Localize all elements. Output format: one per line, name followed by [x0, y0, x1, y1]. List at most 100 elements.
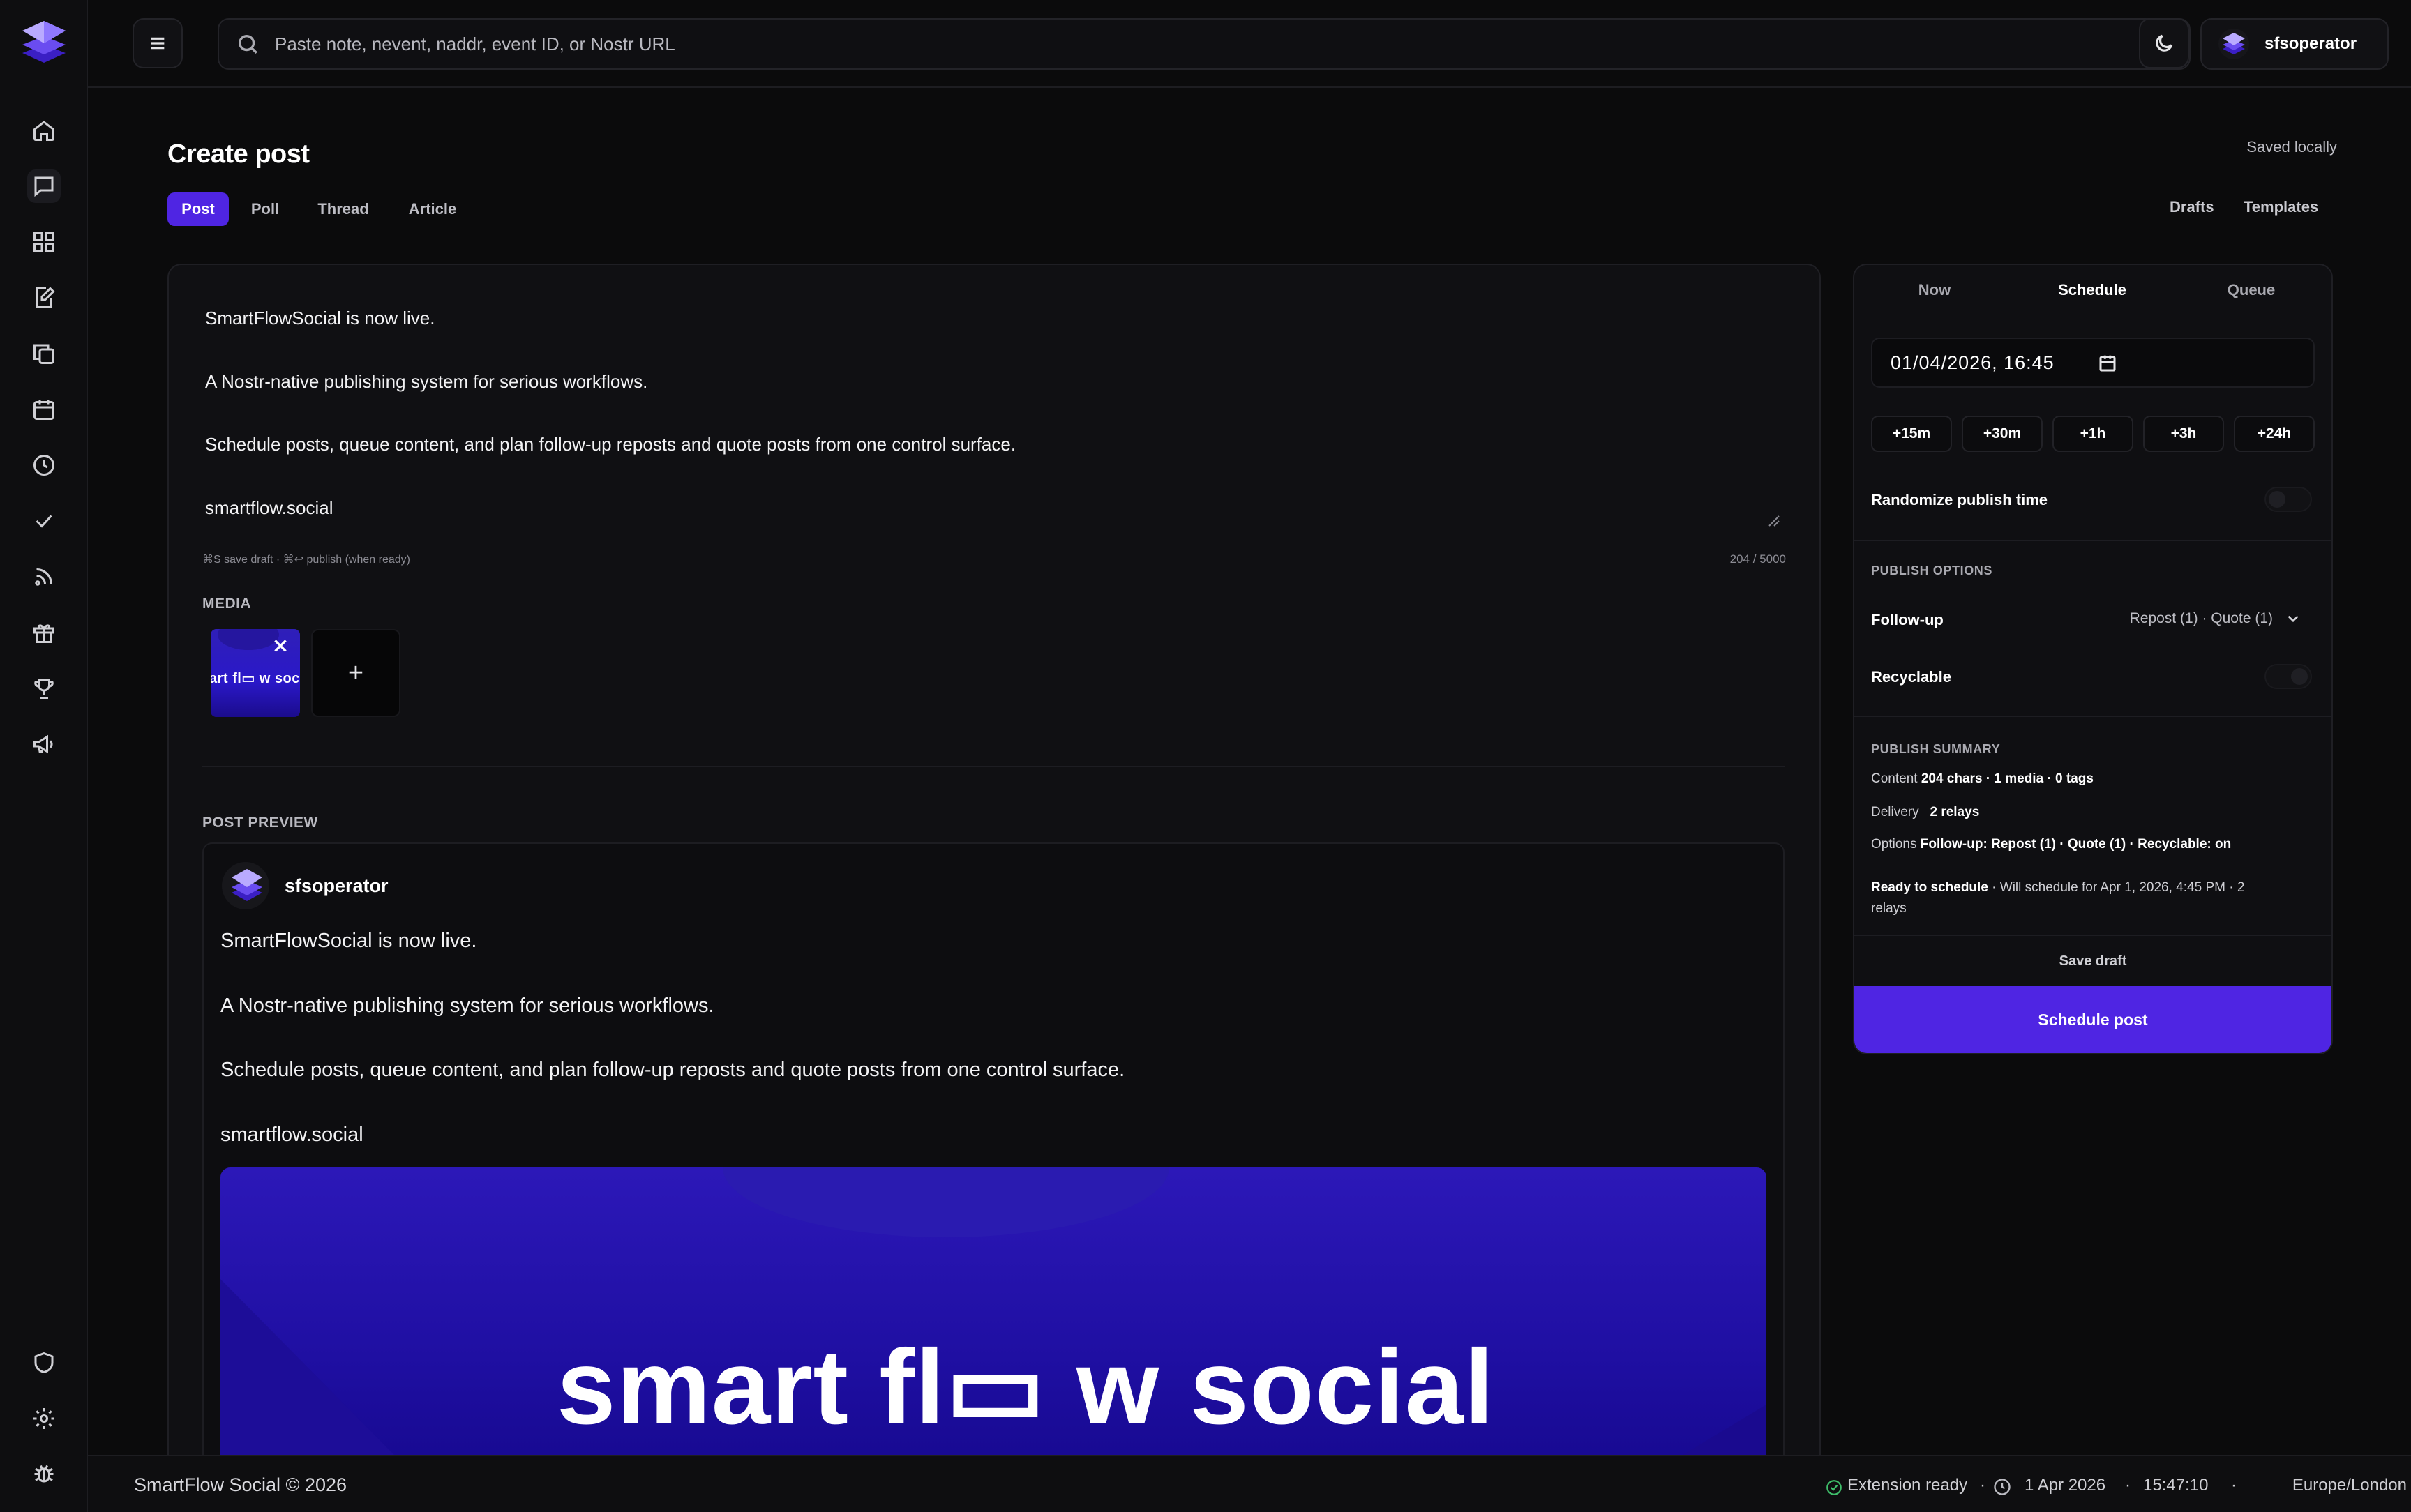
preview-line: Schedule posts, queue content, and plan …	[220, 1059, 1125, 1081]
gift-icon[interactable]	[27, 616, 61, 649]
quick-offset-button[interactable]: +24h	[2234, 416, 2315, 452]
datetime-value: 01/04/2026, 16:45	[1891, 351, 2055, 373]
mode-tab-queue[interactable]: Queue	[2175, 269, 2327, 311]
editor-line: SmartFlowSocial is now live.	[205, 308, 435, 328]
copy-icon[interactable]	[27, 337, 61, 370]
settings-gear-icon[interactable]	[27, 1402, 61, 1435]
editor-line: A Nostr-native publishing system for ser…	[205, 370, 648, 392]
avatar	[2218, 29, 2249, 59]
add-media-button[interactable]: +	[311, 629, 400, 717]
mode-tab-schedule[interactable]: Schedule	[2016, 269, 2168, 311]
summary-key: Content	[1871, 771, 1918, 786]
top-bar: sfsoperator	[88, 0, 2411, 88]
datetime-input[interactable]: 01/04/2026, 16:45	[1871, 338, 2315, 388]
separator: ·	[2125, 1476, 2131, 1495]
theme-toggle-moon-icon[interactable]	[2139, 18, 2189, 68]
preview-line: SmartFlowSocial is now live.	[220, 930, 477, 952]
tab-poll[interactable]: Poll	[239, 192, 292, 226]
remove-media-close-icon[interactable]	[269, 635, 292, 657]
schedule-post-button[interactable]: Schedule post	[1854, 986, 2331, 1053]
search-input[interactable]	[275, 33, 2089, 55]
calendar-icon[interactable]	[27, 393, 61, 426]
publish-summary-label: PUBLISH SUMMARY	[1871, 742, 2001, 756]
post-editor-textarea[interactable]: SmartFlowSocial is now live. A Nostr-nat…	[205, 303, 1782, 555]
calendar-picker-icon[interactable]	[2097, 353, 2118, 374]
editor-line: Schedule posts, queue content, and plan …	[205, 434, 1016, 455]
menu-icon[interactable]	[133, 18, 183, 68]
summary-ready: Ready to schedule · Will schedule for Ap…	[1871, 877, 2318, 919]
user-menu[interactable]: sfsoperator	[2200, 18, 2389, 70]
footer-time: 15:47:10	[2143, 1476, 2209, 1495]
preview-author-name: sfsoperator	[285, 875, 389, 896]
footer-date: 1 Apr 2026	[2025, 1476, 2106, 1495]
sidebar	[0, 0, 88, 1512]
summary-value: 204 chars · 1 media · 0 tags	[1921, 771, 2094, 786]
summary-key: Delivery	[1871, 805, 1919, 819]
banner-text: smart fl▭ w social	[557, 1328, 1495, 1446]
home-icon[interactable]	[27, 114, 61, 147]
divider	[1854, 540, 2331, 541]
templates-link[interactable]: Templates	[2244, 198, 2318, 216]
chevron-down-icon	[2288, 615, 2299, 623]
preview-line: A Nostr-native publishing system for ser…	[220, 994, 714, 1017]
search-bar[interactable]	[218, 18, 2191, 70]
preview-label: POST PREVIEW	[202, 815, 318, 831]
shield-icon[interactable]	[27, 1346, 61, 1379]
summary-value: · Will schedule for Apr 1, 2026, 4:45 PM…	[1988, 880, 2245, 895]
tab-article[interactable]: Article	[398, 192, 467, 226]
edit-document-icon[interactable]	[27, 281, 61, 315]
page-title: Create post	[167, 139, 310, 169]
footer: SmartFlow Social © 2026 Extension ready …	[88, 1455, 2411, 1512]
tab-post[interactable]: Post	[167, 192, 229, 226]
media-label: MEDIA	[202, 596, 252, 612]
quick-offset-button[interactable]: +3h	[2143, 416, 2224, 452]
footer-timezone: Europe/London	[2292, 1476, 2407, 1495]
summary-value: 2 relays	[1930, 805, 1980, 819]
app-logo[interactable]	[20, 17, 68, 70]
toggle-knob	[2269, 491, 2285, 508]
divider	[1854, 935, 2331, 936]
followup-label: Follow-up	[1871, 611, 1944, 628]
avatar	[222, 862, 269, 909]
quick-offset-button[interactable]: +1h	[2052, 416, 2133, 452]
followup-value: Repost (1) · Quote (1)	[2129, 610, 2273, 626]
dashboard-grid-icon[interactable]	[27, 225, 61, 259]
resize-handle-icon[interactable]	[1768, 515, 1780, 527]
save-status: Saved locally	[2246, 138, 2337, 156]
divider	[1854, 716, 2331, 717]
followup-dropdown[interactable]: Repost (1) · Quote (1)	[2093, 610, 2302, 628]
publish-options-label: PUBLISH OPTIONS	[1871, 564, 1993, 577]
quick-offset-button[interactable]: +30m	[1962, 416, 2043, 452]
summary-key: Ready to schedule	[1871, 880, 1988, 895]
quick-offset-button[interactable]: +15m	[1871, 416, 1952, 452]
tab-thread[interactable]: Thread	[308, 192, 378, 226]
separator: ·	[1980, 1476, 1985, 1495]
mode-tab-now[interactable]: Now	[1858, 269, 2011, 311]
bug-icon[interactable]	[27, 1456, 61, 1490]
rss-feed-icon[interactable]	[27, 560, 61, 594]
summary-delivery: Delivery 2 relays	[1871, 805, 1979, 820]
check-icon[interactable]	[27, 504, 61, 538]
recyclable-label: Recyclable	[1871, 668, 1951, 686]
preview-author: sfsoperator	[222, 862, 389, 909]
keyboard-hint: ⌘S save draft · ⌘↩ publish (when ready)	[202, 554, 410, 566]
save-draft-button[interactable]: Save draft	[1854, 947, 2331, 975]
extension-status: Extension ready	[1847, 1476, 1968, 1495]
trophy-icon[interactable]	[27, 672, 61, 705]
randomize-label: Randomize publish time	[1871, 491, 2048, 508]
username: sfsoperator	[2264, 34, 2357, 53]
summary-value: Follow-up: Repost (1) · Quote (1) · Recy…	[1920, 837, 2232, 852]
editor-line: smartflow.social	[205, 497, 333, 518]
thumbnail-text: art fl▭ w soc	[211, 671, 300, 686]
toggle-knob	[2291, 668, 2308, 685]
megaphone-icon[interactable]	[27, 727, 61, 761]
randomize-toggle[interactable]	[2264, 487, 2312, 512]
compose-message-icon[interactable]	[27, 169, 61, 203]
drafts-link[interactable]: Drafts	[2170, 198, 2214, 216]
character-counter: 204 / 5000	[1729, 552, 1786, 566]
summary-value: relays	[1871, 901, 1907, 916]
summary-key: Options	[1871, 837, 1917, 852]
copyright: SmartFlow Social © 2026	[134, 1474, 347, 1495]
recyclable-toggle[interactable]	[2264, 664, 2312, 689]
clock-icon[interactable]	[27, 448, 61, 482]
